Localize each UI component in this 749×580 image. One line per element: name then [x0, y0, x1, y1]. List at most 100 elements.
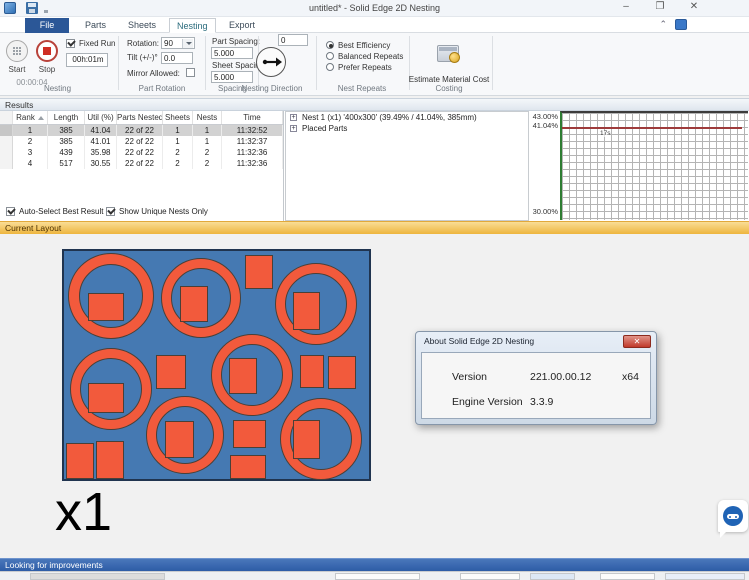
- auto-select-best-result-label: Auto-Select Best Result: [19, 207, 103, 216]
- about-dialog-close-button[interactable]: [623, 335, 651, 348]
- start-button[interactable]: [6, 40, 28, 62]
- architecture-value: x64: [622, 371, 639, 383]
- sheet-multiplier-label: x1: [55, 485, 112, 539]
- nested-part-rect[interactable]: [229, 358, 257, 394]
- column-header-util-[interactable]: Util (%): [85, 111, 117, 124]
- rotation-value: 90: [164, 39, 173, 48]
- rotation-dropdown-icon[interactable]: [182, 39, 193, 48]
- table-cell: 11:32:52: [222, 125, 283, 136]
- fixed-run-duration-input[interactable]: 00h:01m: [66, 53, 108, 67]
- mirror-allowed-label: Mirror Allowed:: [127, 69, 180, 78]
- nest-sheet[interactable]: [62, 249, 371, 481]
- tree-item-nest-1[interactable]: + Nest 1 (x1) '400x300' (39.49% / 41.04%,…: [286, 112, 528, 123]
- version-label: Version: [452, 371, 530, 383]
- tilt-input[interactable]: 0.0: [161, 52, 193, 64]
- sheet-spacing-input[interactable]: 5.000: [211, 71, 253, 83]
- nesting-direction-button[interactable]: [256, 47, 286, 77]
- minimize-button[interactable]: –: [617, 0, 635, 15]
- nest-repeats-option-label: Best Efficiency: [338, 41, 390, 50]
- stop-icon: [43, 47, 51, 55]
- nested-part-rect[interactable]: [293, 292, 320, 330]
- teamviewer-icon: [723, 506, 743, 526]
- nested-part-rect[interactable]: [66, 443, 94, 479]
- nest-tree: + Nest 1 (x1) '400x300' (39.49% / 41.04%,…: [285, 111, 529, 221]
- table-row[interactable]: 451730.5522 of 222211:32:36: [0, 158, 283, 169]
- table-cell: 2: [163, 147, 193, 158]
- table-cell: 22 of 22: [117, 147, 163, 158]
- table-cell: 3: [13, 147, 48, 158]
- tab-export[interactable]: Export: [222, 18, 262, 33]
- title-bar: untitled* - Solid Edge 2D Nesting – ❐ ✕: [0, 0, 749, 17]
- teamviewer-popup[interactable]: [718, 500, 748, 532]
- nested-part-rect[interactable]: [300, 355, 324, 388]
- nest-repeats-radio-1[interactable]: [326, 41, 334, 49]
- row-selector[interactable]: [0, 158, 13, 169]
- mirror-allowed-checkbox[interactable]: [186, 68, 195, 77]
- tree-item-label: Nest 1 (x1) '400x300' (39.49% / 41.04%, …: [302, 113, 477, 122]
- nesting-direction-input[interactable]: 0: [278, 34, 308, 46]
- nested-part-rect[interactable]: [233, 420, 266, 448]
- column-header-nests[interactable]: Nests: [193, 111, 222, 124]
- nested-part-rect[interactable]: [180, 286, 208, 322]
- stop-button[interactable]: [36, 40, 58, 62]
- nested-part-rect[interactable]: [230, 455, 266, 479]
- chart-ytick-bottom: 30.00%: [530, 207, 558, 216]
- nested-part-rect[interactable]: [245, 255, 273, 289]
- about-dialog-title: About Solid Edge 2D Nesting: [424, 336, 534, 346]
- version-value: 221.00.00.12: [530, 371, 622, 383]
- nested-part-rect[interactable]: [293, 420, 320, 459]
- rotation-combobox[interactable]: 90: [161, 37, 195, 49]
- row-selector[interactable]: [0, 147, 13, 158]
- expand-icon[interactable]: +: [290, 125, 297, 132]
- close-button[interactable]: ✕: [685, 0, 703, 15]
- tree-item-placed-parts[interactable]: +Placed Parts: [286, 123, 528, 134]
- ribbon-collapse-icon[interactable]: ⌃: [659, 19, 667, 30]
- tab-parts[interactable]: Parts: [78, 18, 113, 33]
- table-row[interactable]: 238541.0122 of 221111:32:37: [0, 136, 283, 147]
- fixed-run-checkbox[interactable]: [66, 39, 75, 48]
- column-header-parts-nested[interactable]: Parts Nested: [117, 111, 163, 124]
- table-cell: 11:32:37: [222, 136, 283, 147]
- part-spacing-input[interactable]: 5.000: [211, 47, 253, 59]
- table-cell: 11:32:36: [222, 158, 283, 169]
- about-dialog: About Solid Edge 2D Nesting Version 221.…: [415, 331, 657, 425]
- engine-version-value: 3.3.9: [530, 396, 622, 408]
- chart-annotation: 17s: [600, 130, 610, 137]
- table-cell: 22 of 22: [117, 136, 163, 147]
- row-selector[interactable]: [0, 125, 13, 136]
- tab-file[interactable]: File: [25, 18, 69, 33]
- table-row[interactable]: 343935.9822 of 222211:32:36: [0, 147, 283, 158]
- auto-select-best-result-checkbox[interactable]: [6, 207, 15, 216]
- column-header-rank[interactable]: Rank: [13, 111, 48, 124]
- results-panel-header: Results: [0, 98, 749, 111]
- tab-sheets[interactable]: Sheets: [121, 18, 163, 33]
- table-cell: 41.04: [85, 125, 117, 136]
- table-row[interactable]: 138541.0422 of 221111:32:52: [0, 125, 283, 136]
- utilization-line: [562, 127, 742, 129]
- layout-canvas[interactable]: x1 About Solid Edge 2D Nesting Version 2…: [0, 234, 749, 558]
- nested-part-rect[interactable]: [156, 355, 186, 389]
- table-cell: 41.01: [85, 136, 117, 147]
- expand-icon[interactable]: +: [290, 114, 297, 121]
- help-icon[interactable]: [675, 19, 687, 30]
- nested-part-rect[interactable]: [96, 441, 124, 479]
- nested-part-rect[interactable]: [88, 383, 124, 413]
- nest-repeats-radio-2[interactable]: [326, 52, 334, 60]
- ribbon-tab-row: File Parts Sheets Nesting Export ⌃: [0, 17, 749, 33]
- column-header-time[interactable]: Time: [222, 111, 283, 124]
- table-cell: 1: [13, 125, 48, 136]
- restore-button[interactable]: ❐: [651, 0, 669, 15]
- nested-part-rect[interactable]: [165, 421, 194, 458]
- nested-part-rect[interactable]: [88, 293, 124, 321]
- table-cell: 1: [193, 136, 222, 147]
- nest-repeats-radio-3[interactable]: [326, 63, 334, 71]
- table-cell: 385: [48, 125, 85, 136]
- row-selector[interactable]: [0, 136, 13, 147]
- column-header-length[interactable]: Length: [48, 111, 85, 124]
- column-header-sheets[interactable]: Sheets: [163, 111, 193, 124]
- show-unique-nests-checkbox[interactable]: [106, 207, 115, 216]
- tab-nesting[interactable]: Nesting: [169, 18, 216, 33]
- nested-part-rect[interactable]: [328, 356, 356, 389]
- about-dialog-body: Version 221.00.00.12 x64 Engine Version …: [421, 352, 651, 419]
- estimate-material-cost-button[interactable]: Estimate Material Cost: [405, 75, 493, 84]
